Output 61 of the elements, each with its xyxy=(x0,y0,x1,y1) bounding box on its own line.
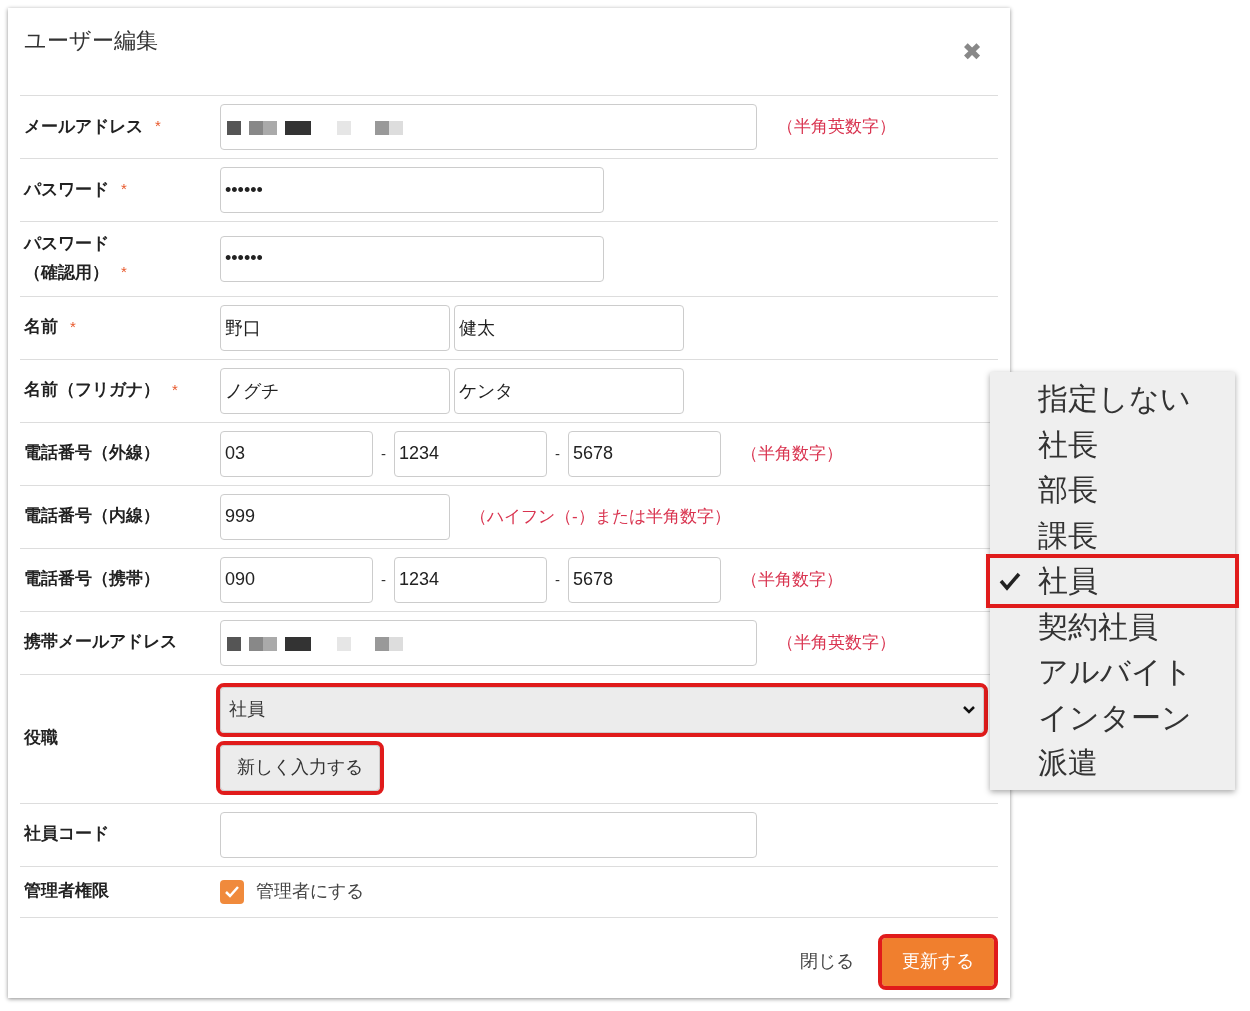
input-field[interactable]: •••••• xyxy=(220,167,604,213)
dash-separator: - xyxy=(381,569,386,590)
field-label: パスワード xyxy=(24,233,109,255)
input-field[interactable]: 1234 xyxy=(394,430,547,477)
field-label: （確認用） xyxy=(24,261,109,284)
hint-text: （半角英数字） xyxy=(777,116,896,139)
field-label: 管理者権限 xyxy=(24,880,109,903)
input-field[interactable]: 03 xyxy=(220,430,373,477)
check-icon xyxy=(998,570,1022,591)
input-field[interactable] xyxy=(220,619,757,666)
input-field[interactable]: 5678 xyxy=(568,556,721,603)
field-label: メールアドレス xyxy=(24,115,143,138)
dropdown-option[interactable]: 指定しない xyxy=(990,376,1235,422)
field-label: 携帯メールアドレス xyxy=(24,631,177,654)
input-field[interactable] xyxy=(220,104,757,150)
close-link[interactable]: 閉じる xyxy=(800,948,854,976)
required-mark: * xyxy=(121,262,127,283)
field-label: 名前（フリガナ） xyxy=(24,379,160,402)
field-label: パスワード xyxy=(24,178,109,201)
input-field[interactable]: 999 xyxy=(220,493,450,540)
dropdown-option[interactable]: 社長 xyxy=(990,421,1235,467)
dropdown-option[interactable]: 契約社員 xyxy=(990,603,1235,649)
input-field[interactable]: 野口 xyxy=(220,304,450,351)
dialog-title: ユーザー編集 xyxy=(23,27,158,55)
input-field[interactable]: ケンタ xyxy=(454,367,684,414)
checkbox-label: 管理者にする xyxy=(256,880,364,904)
required-mark: * xyxy=(172,379,178,400)
checkbox[interactable] xyxy=(220,879,244,904)
field-label: 電話番号（携帯） xyxy=(24,568,160,591)
check-icon xyxy=(224,884,240,899)
dropdown-option[interactable]: 課長 xyxy=(990,512,1235,558)
required-mark: * xyxy=(121,178,127,199)
input-field[interactable]: ノグチ xyxy=(220,367,450,414)
field-label: 電話番号（内線） xyxy=(24,505,160,528)
select-value: 社員 xyxy=(229,698,265,722)
close-button[interactable]: ✖ xyxy=(962,40,982,64)
dash-separator: - xyxy=(555,569,560,590)
input-field[interactable]: •••••• xyxy=(220,235,604,282)
dropdown-option[interactable]: 派遣 xyxy=(990,740,1235,786)
hint-text: （半角英数字） xyxy=(777,632,896,655)
input-field[interactable]: 1234 xyxy=(394,556,547,603)
required-mark: * xyxy=(70,316,76,337)
hint-text: （ハイフン（-）または半角数字） xyxy=(470,506,731,529)
dropdown-option[interactable]: アルバイト xyxy=(990,649,1235,695)
dropdown-option[interactable]: 部長 xyxy=(990,467,1235,513)
field-label: 電話番号（外線） xyxy=(24,442,160,465)
field-label: 社員コード xyxy=(24,823,109,846)
input-field[interactable]: 健太 xyxy=(454,304,684,351)
hint-text: （半角数字） xyxy=(741,443,843,466)
field-label: 名前 xyxy=(24,316,58,339)
input-field[interactable]: 090 xyxy=(220,556,373,603)
hint-text: （半角数字） xyxy=(741,569,843,592)
dash-separator: - xyxy=(381,443,386,464)
required-mark: * xyxy=(155,115,161,136)
dropdown-option[interactable]: インターン xyxy=(990,694,1235,740)
dash-separator: - xyxy=(555,443,560,464)
input-field[interactable] xyxy=(220,811,757,858)
dropdown-option[interactable]: 社員 xyxy=(990,558,1235,604)
input-field[interactable]: 5678 xyxy=(568,430,721,477)
chevron-icon xyxy=(963,705,975,714)
field-label: 役職 xyxy=(24,727,58,750)
